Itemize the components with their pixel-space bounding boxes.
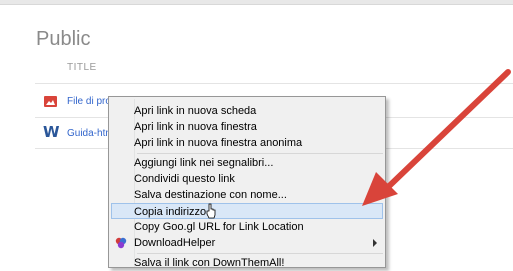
downloadhelper-icon [115, 237, 127, 249]
menu-item-open-incognito[interactable]: Apri link in nuova finestra anonima [111, 135, 383, 151]
menu-item-label: Salva destinazione con nome... [134, 189, 287, 201]
menu-item-label: Apri link in nuova finestra [134, 121, 257, 133]
menu-item-label: Aggiungi link nei segnalibri... [134, 157, 274, 169]
header-divider [35, 83, 513, 84]
mouse-cursor-icon [206, 203, 216, 219]
menu-item-label: Apri link in nuova scheda [134, 105, 257, 117]
menu-item-save-as[interactable]: Salva destinazione con nome... [111, 187, 383, 203]
menu-item-copy-address[interactable]: Copia indirizzo [111, 203, 383, 219]
menu-item-label: Apri link in nuova finestra anonima [134, 137, 303, 149]
menu-separator [137, 253, 383, 254]
menu-item-label: Copy Goo.gl URL for Link Location [134, 221, 304, 233]
menu-item-label: Salva il link con DownThemAll! [134, 257, 285, 269]
menu-item-open-new-window[interactable]: Apri link in nuova finestra [111, 119, 383, 135]
menu-item-share-link[interactable]: Condividi questo link [111, 171, 383, 187]
menu-item-label: Copia indirizzo [134, 206, 207, 218]
word-doc-icon: W [43, 123, 60, 141]
menu-item-open-new-tab[interactable]: Apri link in nuova scheda [111, 103, 383, 119]
menu-item-save-downthemall[interactable]: Salva il link con DownThemAll! [111, 255, 383, 271]
column-header-title[interactable]: TITLE [67, 62, 97, 73]
file-name-link[interactable]: Guida-htm [67, 128, 114, 139]
menu-item-label: Condividi questo link [134, 173, 235, 185]
menu-item-downloadhelper[interactable]: DownloadHelper [111, 235, 383, 251]
menu-separator [137, 153, 383, 154]
page-title: Public [36, 28, 91, 50]
menu-item-copy-googl-url[interactable]: Copy Goo.gl URL for Link Location [111, 219, 383, 235]
image-file-icon [44, 96, 57, 107]
context-menu: Apri link in nuova scheda Apri link in n… [108, 96, 386, 271]
menu-item-bookmark-link[interactable]: Aggiungi link nei segnalibri... [111, 155, 383, 171]
top-border [0, 0, 513, 5]
menu-item-label: DownloadHelper [134, 237, 216, 249]
submenu-arrow-icon [373, 239, 377, 247]
